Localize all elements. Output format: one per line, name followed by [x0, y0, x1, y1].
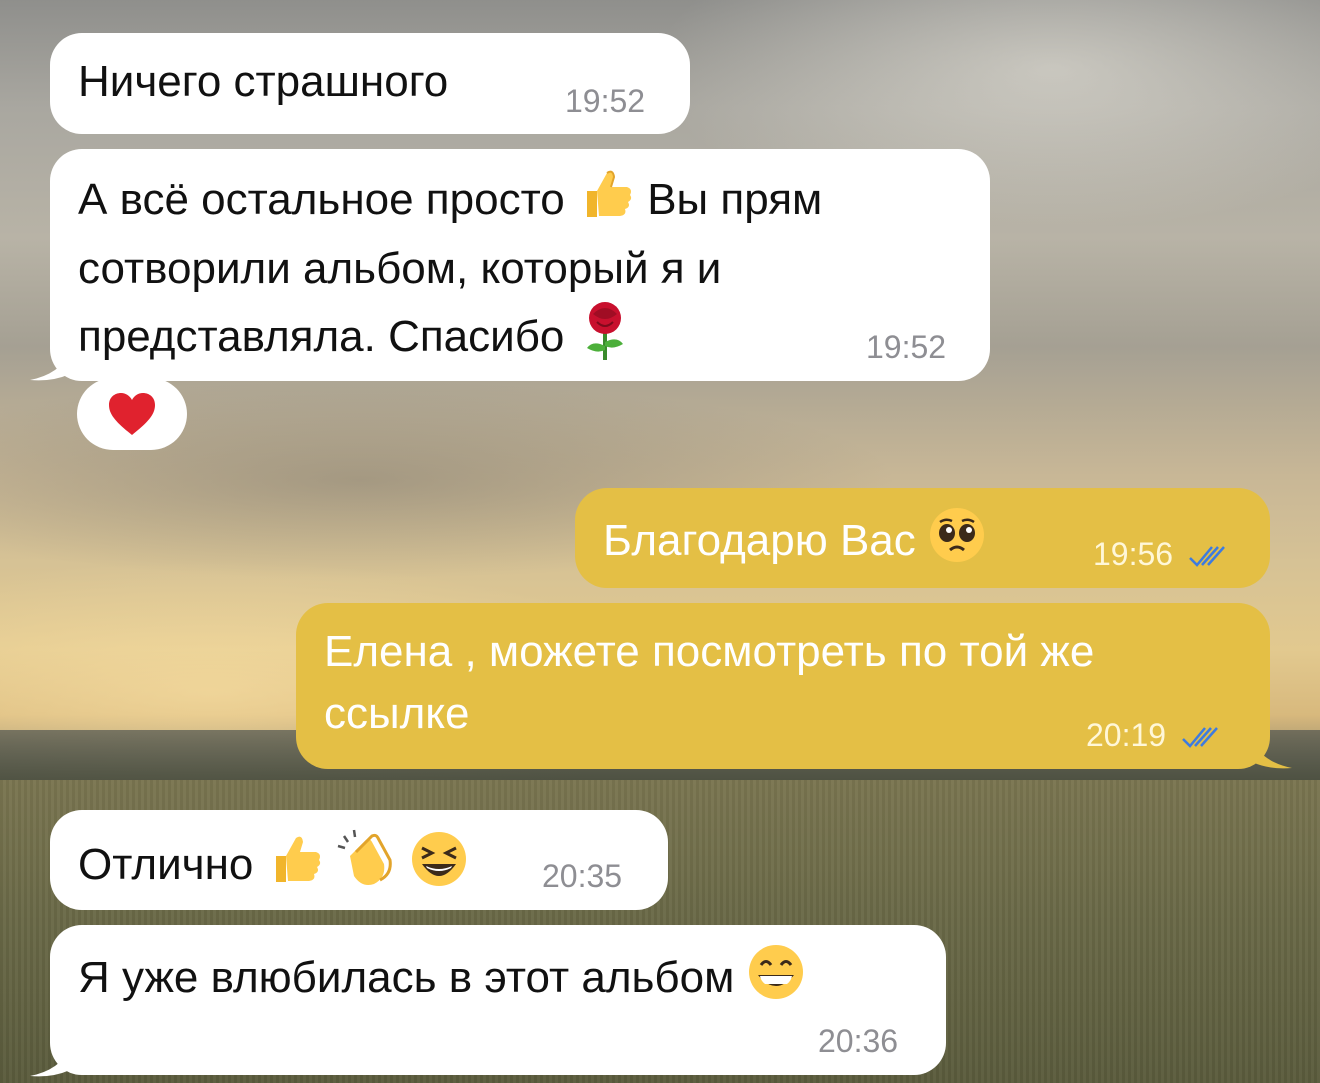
message-text: Ничего страшного — [78, 57, 449, 106]
message-text: Благодарю Вас — [603, 516, 916, 566]
beaming-face-icon — [747, 943, 805, 1018]
message-time: 19:52 — [565, 83, 646, 119]
grinning-squinting-face-icon — [410, 830, 468, 905]
read-checkmarks-icon — [1189, 545, 1225, 567]
thumbs-up-icon — [266, 832, 324, 903]
message-text-line: сотворили альбом, который я и — [78, 244, 722, 293]
message-time: 20:35 — [542, 858, 623, 894]
reaction-badge[interactable] — [77, 378, 187, 450]
heart-icon — [109, 393, 155, 435]
clapping-hands-icon — [336, 828, 398, 907]
message-text: Я уже влюбилась в этот альбом — [78, 953, 735, 1003]
message-text-line: представляла. Спасибо — [78, 312, 565, 362]
message-bubble-outgoing[interactable]: Елена , можете посмотреть по той же ссыл… — [296, 603, 1270, 769]
rose-icon — [577, 300, 633, 379]
message-bubble-incoming[interactable]: Отлично 20:35 — [50, 810, 668, 910]
message-time: 20:19 — [1086, 717, 1167, 753]
message-bubble-incoming[interactable]: А всё остальное просто Вы прям сотворили… — [50, 149, 990, 381]
message-bubble-incoming[interactable]: Ничего страшного 19:52 — [50, 33, 690, 134]
message-time: 19:52 — [866, 329, 947, 365]
message-text-line: Елена , можете посмотреть по той же — [324, 627, 1095, 676]
message-bubble-incoming[interactable]: Я уже влюбилась в этот альбом 20:36 — [50, 925, 946, 1075]
message-text-line: Вы прям — [647, 175, 823, 225]
message-time: 19:56 — [1093, 536, 1174, 572]
thumbs-up-icon — [577, 167, 635, 238]
message-text: Отлично — [78, 840, 254, 890]
pleading-face-icon — [928, 506, 986, 581]
message-text-line: А всё остальное просто — [78, 175, 565, 225]
message-bubble-outgoing[interactable]: Благодарю Вас 19:56 — [575, 488, 1270, 588]
read-checkmarks-icon — [1182, 726, 1218, 748]
message-time: 20:36 — [818, 1023, 899, 1059]
